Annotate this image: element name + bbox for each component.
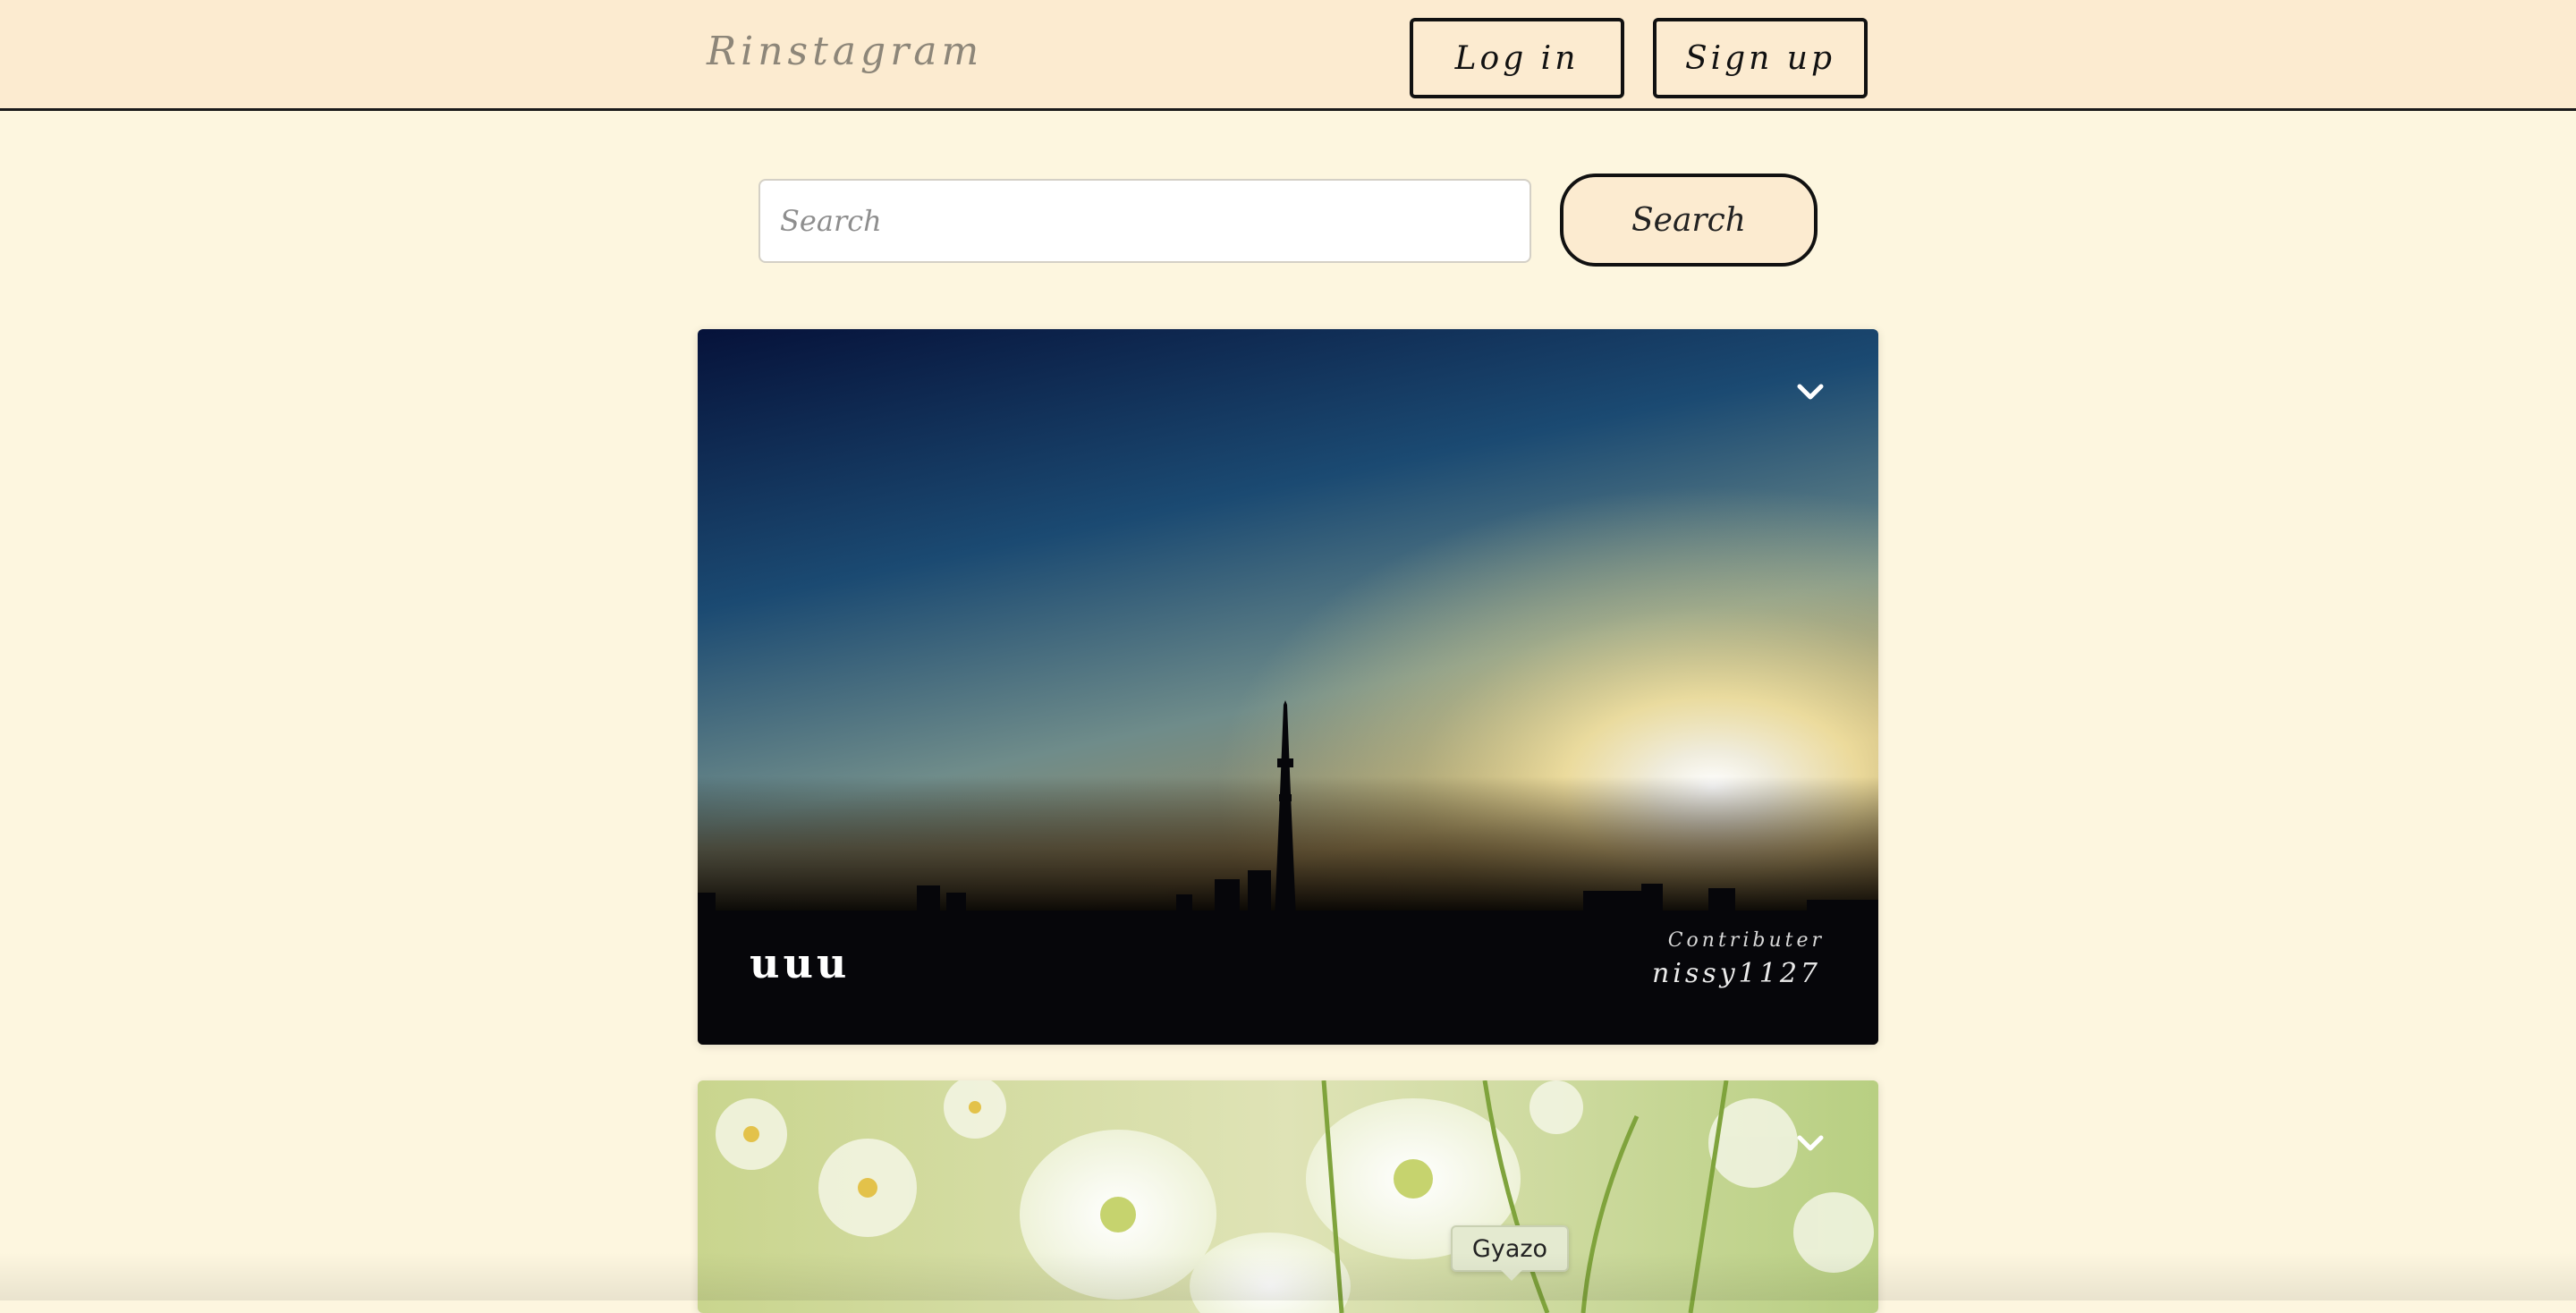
contributor-label: Contributer bbox=[1667, 929, 1825, 952]
search-input[interactable] bbox=[758, 179, 1531, 263]
post-card[interactable] bbox=[698, 1080, 1878, 1313]
chevron-down-icon[interactable] bbox=[1792, 1125, 1828, 1161]
signup-button[interactable]: Sign up bbox=[1653, 18, 1868, 98]
top-header: Rinstagram Log in Sign up bbox=[0, 0, 2576, 111]
post-photo-flowers bbox=[698, 1080, 1878, 1313]
search-button[interactable]: Search bbox=[1560, 174, 1818, 267]
login-button[interactable]: Log in bbox=[1410, 18, 1624, 98]
site-logo[interactable]: Rinstagram bbox=[707, 29, 983, 74]
post-title: uuu bbox=[750, 939, 851, 987]
contributor-name[interactable]: nissy1127 bbox=[1652, 958, 1821, 989]
chevron-down-icon[interactable] bbox=[1792, 374, 1828, 410]
gyazo-tooltip: Gyazo bbox=[1451, 1225, 1569, 1272]
tooltip-arrow bbox=[1501, 1270, 1522, 1281]
post-card[interactable]: uuu Contributer nissy1127 bbox=[698, 329, 1878, 1045]
